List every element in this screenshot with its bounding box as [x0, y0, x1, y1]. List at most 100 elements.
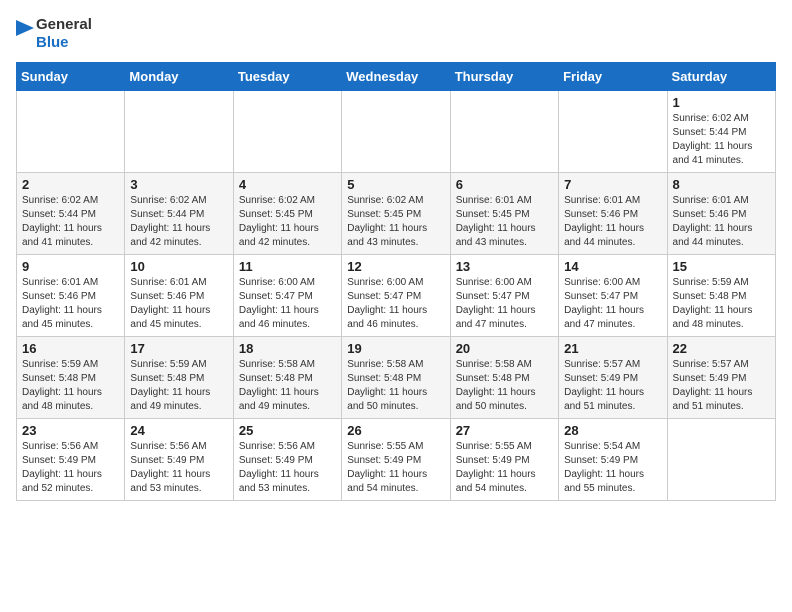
- weekday-header-wednesday: Wednesday: [342, 63, 450, 91]
- day-info: Sunrise: 6:02 AM Sunset: 5:44 PM Dayligh…: [673, 112, 770, 168]
- weekday-header-sunday: Sunday: [17, 63, 125, 91]
- weekday-header-thursday: Thursday: [450, 63, 558, 91]
- day-info: Sunrise: 5:56 AM Sunset: 5:49 PM Dayligh…: [239, 440, 336, 496]
- calendar-cell: 20 Sunrise: 5:58 AM Sunset: 5:48 PM Dayli…: [450, 337, 558, 419]
- day-number: 11: [239, 259, 336, 274]
- calendar-cell: 28 Sunrise: 5:54 AM Sunset: 5:49 PM Dayli…: [559, 419, 667, 501]
- day-info: Sunrise: 6:02 AM Sunset: 5:45 PM Dayligh…: [347, 194, 444, 250]
- logo: General Blue: [16, 16, 92, 52]
- calendar-cell: 4Sunrise: 6:02 AM Sunset: 5:45 PM Daylig…: [233, 173, 341, 255]
- calendar-cell: 27 Sunrise: 5:55 AM Sunset: 5:49 PM Dayli…: [450, 419, 558, 501]
- calendar-cell: 16 Sunrise: 5:59 AM Sunset: 5:48 PM Dayli…: [17, 337, 125, 419]
- calendar-cell: [559, 91, 667, 173]
- day-info: Sunrise: 6:00 AM Sunset: 5:47 PM Dayligh…: [239, 276, 336, 332]
- day-info: Sunrise: 5:58 AM Sunset: 5:48 PM Dayligh…: [456, 358, 553, 414]
- day-info: Sunrise: 5:57 AM Sunset: 5:49 PM Dayligh…: [564, 358, 661, 414]
- logo-container: General Blue: [16, 16, 92, 52]
- page-header: General Blue: [16, 16, 776, 52]
- day-info: Sunrise: 6:00 AM Sunset: 5:47 PM Dayligh…: [564, 276, 661, 332]
- day-number: 3: [130, 177, 227, 192]
- calendar-cell: 8 Sunrise: 6:01 AM Sunset: 5:46 PM Daylig…: [667, 173, 775, 255]
- calendar-cell: 13 Sunrise: 6:00 AM Sunset: 5:47 PM Dayli…: [450, 255, 558, 337]
- logo-general-text: General: [36, 16, 92, 34]
- day-info: Sunrise: 5:58 AM Sunset: 5:48 PM Dayligh…: [239, 358, 336, 414]
- day-info: Sunrise: 6:00 AM Sunset: 5:47 PM Dayligh…: [347, 276, 444, 332]
- calendar-cell: 3 Sunrise: 6:02 AM Sunset: 5:44 PM Daylig…: [125, 173, 233, 255]
- calendar-cell: [450, 91, 558, 173]
- calendar-table: SundayMondayTuesdayWednesdayThursdayFrid…: [16, 62, 776, 501]
- day-info: Sunrise: 6:01 AM Sunset: 5:46 PM Dayligh…: [130, 276, 227, 332]
- day-number: 16: [22, 341, 119, 356]
- weekday-header-friday: Friday: [559, 63, 667, 91]
- day-info: Sunrise: 5:54 AM Sunset: 5:49 PM Dayligh…: [564, 440, 661, 496]
- day-number: 27: [456, 423, 553, 438]
- logo-blue-text: Blue: [36, 34, 92, 52]
- calendar-cell: 15Sunrise: 5:59 AM Sunset: 5:48 PM Dayli…: [667, 255, 775, 337]
- calendar-cell: [233, 91, 341, 173]
- day-number: 25: [239, 423, 336, 438]
- day-info: Sunrise: 5:58 AM Sunset: 5:48 PM Dayligh…: [347, 358, 444, 414]
- calendar-cell: 10 Sunrise: 6:01 AM Sunset: 5:46 PM Dayli…: [125, 255, 233, 337]
- logo-flag-icon: [16, 20, 34, 48]
- day-number: 17: [130, 341, 227, 356]
- day-number: 23: [22, 423, 119, 438]
- day-info: Sunrise: 5:59 AM Sunset: 5:48 PM Dayligh…: [22, 358, 119, 414]
- calendar-cell: 2 Sunrise: 6:02 AM Sunset: 5:44 PM Daylig…: [17, 173, 125, 255]
- weekday-header-saturday: Saturday: [667, 63, 775, 91]
- day-info: Sunrise: 6:00 AM Sunset: 5:47 PM Dayligh…: [456, 276, 553, 332]
- calendar-week-row: 23 Sunrise: 5:56 AM Sunset: 5:49 PM Dayli…: [17, 419, 776, 501]
- day-info: Sunrise: 5:55 AM Sunset: 5:49 PM Dayligh…: [456, 440, 553, 496]
- calendar-cell: [125, 91, 233, 173]
- calendar-cell: 22 Sunrise: 5:57 AM Sunset: 5:49 PM Dayli…: [667, 337, 775, 419]
- calendar-week-row: 16 Sunrise: 5:59 AM Sunset: 5:48 PM Dayli…: [17, 337, 776, 419]
- day-number: 13: [456, 259, 553, 274]
- calendar-cell: [17, 91, 125, 173]
- day-number: 7: [564, 177, 661, 192]
- day-number: 18: [239, 341, 336, 356]
- day-number: 8: [673, 177, 770, 192]
- day-number: 15: [673, 259, 770, 274]
- calendar-cell: [667, 419, 775, 501]
- day-info: Sunrise: 5:57 AM Sunset: 5:49 PM Dayligh…: [673, 358, 770, 414]
- day-number: 10: [130, 259, 227, 274]
- day-info: Sunrise: 5:59 AM Sunset: 5:48 PM Dayligh…: [130, 358, 227, 414]
- day-number: 28: [564, 423, 661, 438]
- weekday-header-monday: Monday: [125, 63, 233, 91]
- calendar-cell: 21 Sunrise: 5:57 AM Sunset: 5:49 PM Dayli…: [559, 337, 667, 419]
- weekday-header-row: SundayMondayTuesdayWednesdayThursdayFrid…: [17, 63, 776, 91]
- calendar-cell: 14 Sunrise: 6:00 AM Sunset: 5:47 PM Dayli…: [559, 255, 667, 337]
- day-number: 6: [456, 177, 553, 192]
- day-info: Sunrise: 6:01 AM Sunset: 5:45 PM Dayligh…: [456, 194, 553, 250]
- day-number: 20: [456, 341, 553, 356]
- day-info: Sunrise: 6:02 AM Sunset: 5:44 PM Dayligh…: [22, 194, 119, 250]
- day-info: Sunrise: 5:56 AM Sunset: 5:49 PM Dayligh…: [22, 440, 119, 496]
- day-info: Sunrise: 6:01 AM Sunset: 5:46 PM Dayligh…: [673, 194, 770, 250]
- day-info: Sunrise: 6:01 AM Sunset: 5:46 PM Dayligh…: [564, 194, 661, 250]
- day-info: Sunrise: 6:02 AM Sunset: 5:45 PM Dayligh…: [239, 194, 336, 250]
- day-number: 2: [22, 177, 119, 192]
- calendar-cell: 1Sunrise: 6:02 AM Sunset: 5:44 PM Daylig…: [667, 91, 775, 173]
- day-info: Sunrise: 5:55 AM Sunset: 5:49 PM Dayligh…: [347, 440, 444, 496]
- day-info: Sunrise: 6:02 AM Sunset: 5:44 PM Dayligh…: [130, 194, 227, 250]
- calendar-cell: 23 Sunrise: 5:56 AM Sunset: 5:49 PM Dayli…: [17, 419, 125, 501]
- calendar-week-row: 9 Sunrise: 6:01 AM Sunset: 5:46 PM Daylig…: [17, 255, 776, 337]
- day-number: 21: [564, 341, 661, 356]
- calendar-cell: 7 Sunrise: 6:01 AM Sunset: 5:46 PM Daylig…: [559, 173, 667, 255]
- day-number: 14: [564, 259, 661, 274]
- calendar-cell: 18 Sunrise: 5:58 AM Sunset: 5:48 PM Dayli…: [233, 337, 341, 419]
- calendar-week-row: 2 Sunrise: 6:02 AM Sunset: 5:44 PM Daylig…: [17, 173, 776, 255]
- calendar-week-row: 1Sunrise: 6:02 AM Sunset: 5:44 PM Daylig…: [17, 91, 776, 173]
- calendar-cell: 24Sunrise: 5:56 AM Sunset: 5:49 PM Dayli…: [125, 419, 233, 501]
- day-number: 22: [673, 341, 770, 356]
- day-number: 9: [22, 259, 119, 274]
- day-info: Sunrise: 5:56 AM Sunset: 5:49 PM Dayligh…: [130, 440, 227, 496]
- day-number: 26: [347, 423, 444, 438]
- weekday-header-tuesday: Tuesday: [233, 63, 341, 91]
- calendar-cell: 5Sunrise: 6:02 AM Sunset: 5:45 PM Daylig…: [342, 173, 450, 255]
- day-number: 19: [347, 341, 444, 356]
- calendar-cell: 26 Sunrise: 5:55 AM Sunset: 5:49 PM Dayli…: [342, 419, 450, 501]
- day-info: Sunrise: 6:01 AM Sunset: 5:46 PM Dayligh…: [22, 276, 119, 332]
- calendar-cell: [342, 91, 450, 173]
- calendar-cell: 25 Sunrise: 5:56 AM Sunset: 5:49 PM Dayli…: [233, 419, 341, 501]
- calendar-cell: 11 Sunrise: 6:00 AM Sunset: 5:47 PM Dayli…: [233, 255, 341, 337]
